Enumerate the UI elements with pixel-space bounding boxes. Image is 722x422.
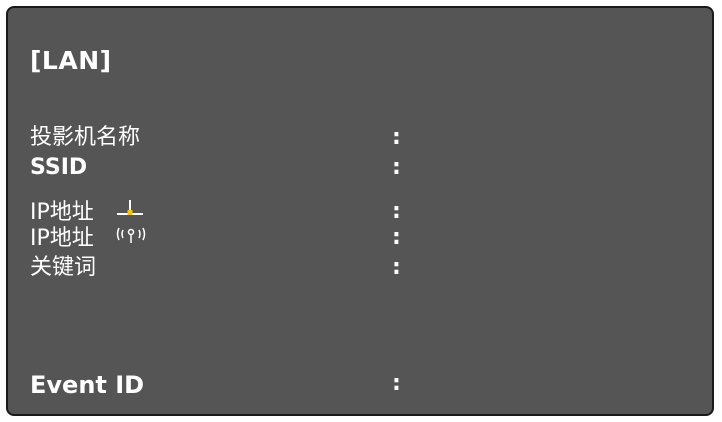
event-id-colon: : [392, 371, 401, 396]
ssid-colon: : [392, 155, 401, 180]
event-id-label: Event ID [30, 371, 145, 399]
row-event-id: Event ID : [30, 370, 401, 399]
projector-name-colon: : [392, 125, 401, 150]
ssid-label: SSID [30, 155, 88, 180]
row-ip-address-wired: IP地址 : [30, 198, 401, 226]
keyword-label: 关键词 [30, 255, 97, 280]
ip-address-wired-label: IP地址 [30, 200, 94, 225]
ip-address-wireless-label: IP地址 [30, 226, 94, 251]
row-ip-address-wireless: IP地址 : [30, 224, 401, 254]
ip-address-wireless-colon: : [392, 225, 401, 250]
row-projector-name: 投影机名称 : [30, 124, 401, 152]
wireless-lan-icon [115, 224, 147, 254]
row-ssid: SSID : [30, 154, 401, 182]
projector-name-label: 投影机名称 [30, 125, 141, 150]
panel-title: [LAN] [30, 46, 112, 75]
lan-info-panel: [LAN] 投影机名称 : SSID : IP地址 : IP地址: 关键词:… [6, 6, 714, 416]
keyword-colon: : [392, 255, 401, 280]
ip-address-wired-colon: : [392, 199, 401, 224]
row-keyword: 关键词 : [30, 254, 401, 282]
